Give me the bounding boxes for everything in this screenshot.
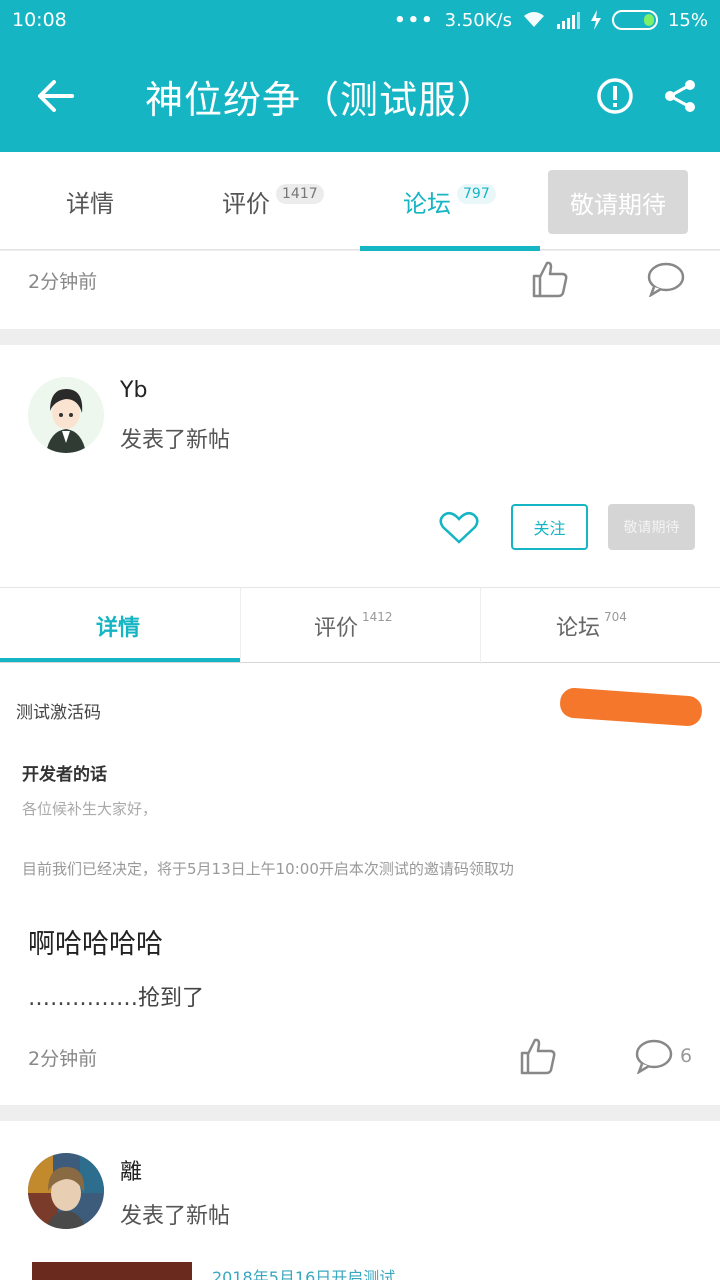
embedded-tab-forum-badge: 704 <box>604 610 627 624</box>
embedded-tab-details-label: 详情 <box>96 616 141 641</box>
coming-soon-button[interactable]: 敬请期待 <box>548 170 688 234</box>
tab-forum-label: 论坛 <box>403 189 451 218</box>
post-card-next[interactable] <box>0 1121 720 1280</box>
status-indicators: ••• 3.50K/s 15% <box>394 10 708 31</box>
embedded-tab-details: 详情 <box>96 588 140 664</box>
post-action-text: 发表了新帖 <box>120 1204 231 1229</box>
status-bar: 10:08 ••• 3.50K/s 15% <box>0 0 720 40</box>
tab-details-label: 详情 <box>66 189 114 218</box>
embedded-coming-soon-button: 敬请期待 <box>608 504 695 550</box>
tab-forum-badge: 797 <box>457 184 496 204</box>
tab-details[interactable]: 详情 <box>66 152 114 250</box>
post-preview-text[interactable]: 2018年5月16日开启测试 <box>212 1264 395 1280</box>
embedded-tab-bar: 详情 评价 1412 论坛 704 <box>0 587 720 664</box>
developer-note-greeting: 各位候补生大家好， <box>22 800 158 818</box>
share-button[interactable] <box>662 78 698 114</box>
like-button[interactable] <box>518 1036 558 1076</box>
comment-count: 6 <box>680 1045 693 1067</box>
avatar[interactable] <box>28 377 104 453</box>
embedded-tab-reviews-label: 评价 <box>314 616 359 641</box>
developer-note-title: 开发者的话 <box>22 765 107 785</box>
embedded-follow-button: 关注 <box>511 504 588 550</box>
comment-button[interactable] <box>634 1038 674 1074</box>
battery-level: 15% <box>667 9 708 31</box>
post-time: 2分钟前 <box>28 1048 98 1070</box>
app-bar: 神位纷争（测试服） <box>0 40 720 152</box>
post-time: 2分钟前 <box>28 271 98 293</box>
back-button[interactable] <box>0 40 110 152</box>
tab-reviews[interactable]: 评价 1417 <box>222 152 324 250</box>
wifi-icon <box>523 12 544 27</box>
post-title[interactable]: 啊哈哈哈哈 <box>28 922 163 961</box>
report-button[interactable] <box>596 77 634 115</box>
battery-icon <box>611 10 658 30</box>
charging-icon <box>590 10 601 30</box>
post-card-previous: 2分钟前 <box>0 251 720 329</box>
post-author[interactable]: Yb <box>120 378 147 403</box>
developer-note: 开发者的话 各位候补生大家好， 目前我们已经决定，将于5月13日上午10:00开… <box>0 740 720 890</box>
post-author[interactable]: 離 <box>120 1154 142 1186</box>
developer-note-text: 目前我们已经决定，将于5月13日上午10:00开启本次测试的邀请码领取功 <box>22 860 514 878</box>
post-preview-image[interactable] <box>32 1262 192 1280</box>
embedded-tab-indicator <box>0 658 240 662</box>
embedded-tab-forum: 论坛 704 <box>556 588 627 664</box>
tab-reviews-label: 评价 <box>222 189 270 218</box>
arrow-left-icon <box>38 80 74 112</box>
more-notifications-icon: ••• <box>394 9 435 31</box>
like-button[interactable] <box>530 259 570 299</box>
tab-reviews-badge: 1417 <box>276 184 324 204</box>
avatar[interactable] <box>28 1153 104 1229</box>
signal-icon <box>556 12 580 29</box>
status-time: 10:08 <box>12 9 67 31</box>
post-body[interactable]: ……………抢到了 <box>28 980 204 1012</box>
top-tab-bar: 详情 评价 1417 论坛 797 敬请期待 <box>0 152 720 251</box>
post-action-text: 发表了新帖 <box>120 428 231 453</box>
favorite-heart-icon <box>439 511 479 544</box>
tab-forum[interactable]: 论坛 797 <box>403 152 496 250</box>
activation-code-label: 测试激活码 <box>16 703 101 723</box>
network-speed: 3.50K/s <box>444 9 512 31</box>
comment-button[interactable] <box>646 261 686 297</box>
avatar-image <box>28 377 104 453</box>
avatar-image <box>28 1153 104 1229</box>
embedded-tab-reviews-badge: 1412 <box>362 610 393 624</box>
embedded-tab-forum-label: 论坛 <box>556 616 601 641</box>
page-title: 神位纷争（测试服） <box>145 77 497 122</box>
embedded-tab-reviews: 评价 1412 <box>314 588 393 664</box>
